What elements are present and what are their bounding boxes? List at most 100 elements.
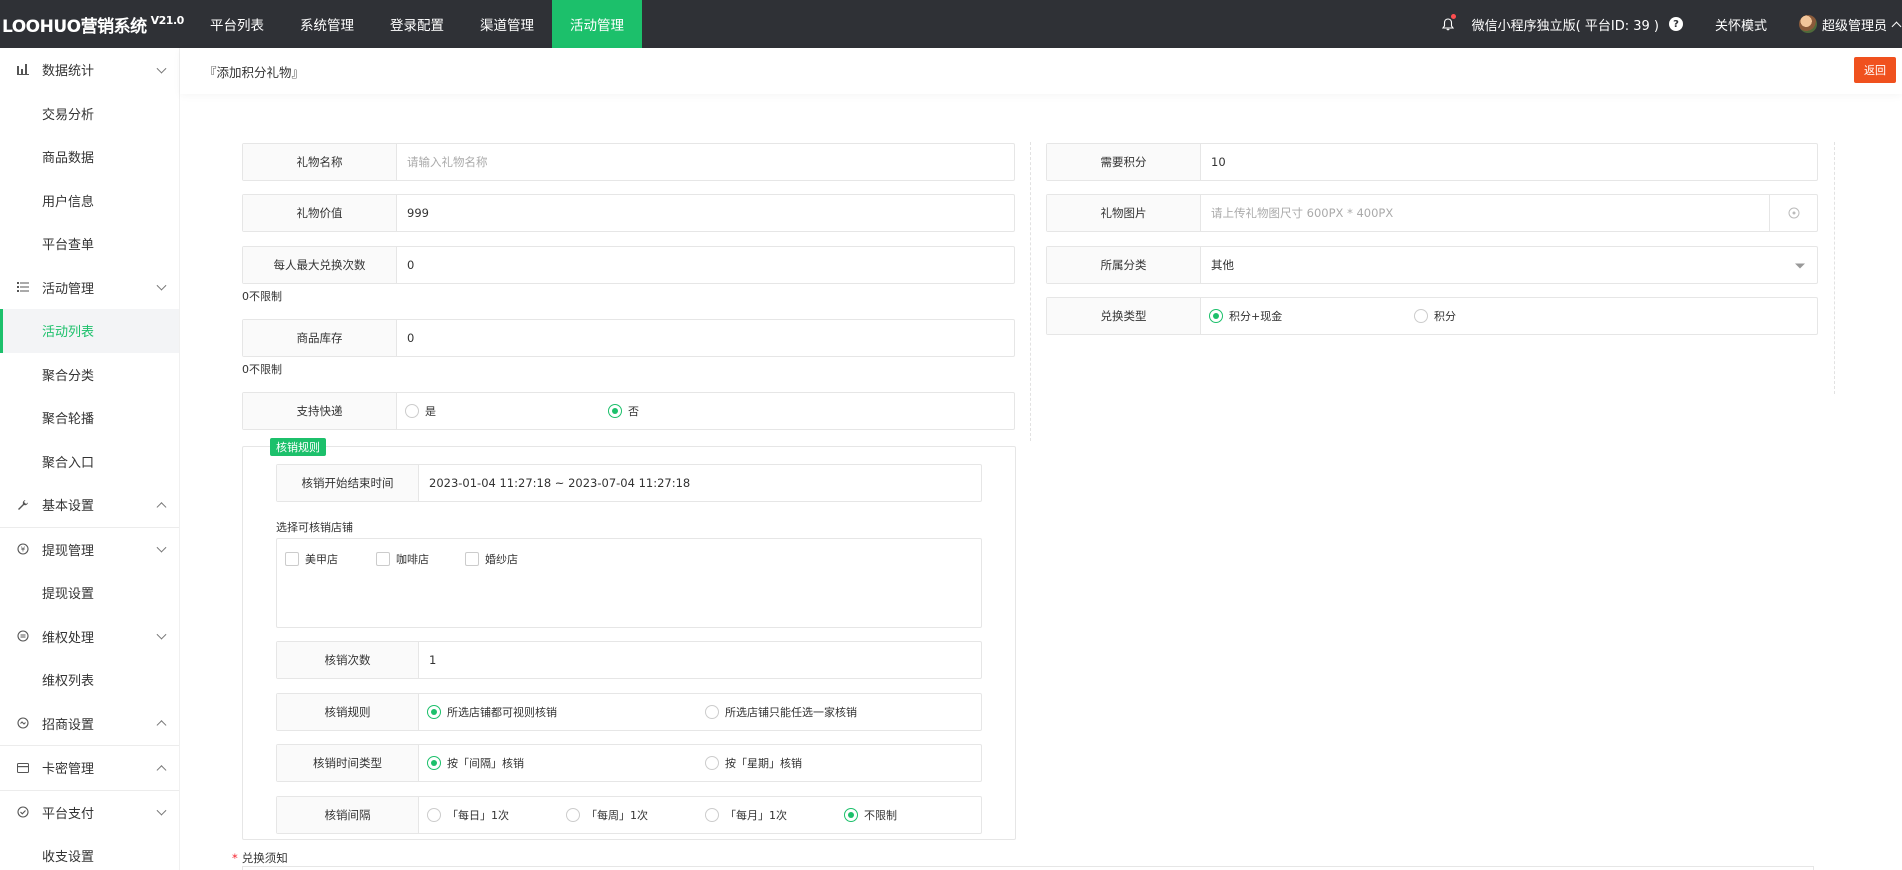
radio-circle (566, 808, 580, 822)
nav-item-login-config[interactable]: 登录配置 (372, 0, 462, 48)
radio-label: 「每周」1次 (586, 809, 648, 822)
coin-icon: ¥ (16, 542, 30, 556)
top-bar: LOOHUO营销系统 V21.0 平台列表 系统管理 登录配置 渠道管理 活动管理… (0, 0, 1902, 48)
gift-name-input[interactable]: 请输入礼物名称 (397, 144, 1014, 180)
radio-circle (705, 705, 719, 719)
upload-icon[interactable] (1769, 195, 1817, 231)
radio-label: 不限制 (864, 809, 897, 822)
max-redeem-input[interactable]: 0 (397, 247, 1014, 283)
category-row: 所属分类 其他 (1046, 246, 1818, 284)
brand-name: LOOHUO营销系统 (2, 16, 147, 37)
nav-item-system[interactable]: 系统管理 (282, 0, 372, 48)
back-button[interactable]: 返回 (1854, 57, 1896, 83)
nav-item-channel[interactable]: 渠道管理 (462, 0, 552, 48)
radio-label: 按「星期」核销 (725, 757, 802, 770)
sidebar-item-activity-list[interactable]: 活动列表 (0, 309, 179, 353)
sidebar-item-income-settings[interactable]: 收支设置 (0, 834, 179, 870)
sidebar-group-withdraw[interactable]: ¥ 提现管理 (0, 528, 179, 572)
sidebar-item-aggregate-entry[interactable]: 聚合入口 (0, 440, 179, 484)
sidebar-group-merchant[interactable]: 招商设置 (0, 702, 179, 746)
card-icon (16, 761, 30, 775)
gift-image-label: 礼物图片 (1047, 195, 1201, 231)
verify-count-input[interactable]: 1 (419, 642, 981, 678)
points-needed-row: 需要积分 10 (1046, 143, 1818, 181)
time-type-weekday-radio[interactable]: 按「星期」核销 (705, 755, 802, 771)
express-yes-radio[interactable]: 是 (405, 403, 436, 419)
verification-rules-tag: 核销规则 (270, 438, 326, 456)
sidebar-item-aggregate-carousel[interactable]: 聚合轮播 (0, 396, 179, 440)
sidebar-group-label: 提现管理 (42, 543, 95, 559)
page-title: 『添加积分礼物』 (204, 64, 305, 80)
platform-label: 微信小程序独立版( 平台ID: 39 ) (1471, 18, 1659, 34)
interval-monthly-radio[interactable]: 「每月」1次 (705, 807, 787, 823)
exchange-type-row: 兑换类型 积分+现金 积分 (1046, 297, 1818, 335)
radio-circle (405, 404, 419, 418)
sidebar-group-stats[interactable]: 数据统计 (0, 48, 179, 92)
points-needed-input[interactable]: 10 (1201, 144, 1817, 180)
radio-label: 按「间隔」核销 (447, 757, 524, 770)
radio-label: 是 (425, 405, 436, 418)
gift-value-label: 礼物价值 (243, 195, 397, 231)
sidebar-group-payment[interactable]: 平台支付 (0, 791, 179, 835)
exchange-points-cash-radio[interactable]: 积分+现金 (1209, 308, 1282, 324)
sidebar-group-activity[interactable]: 活动管理 (0, 266, 179, 310)
checkbox-box (465, 552, 479, 566)
category-select[interactable]: 其他 (1201, 247, 1817, 283)
help-icon[interactable]: ? (1668, 17, 1683, 31)
interval-options: 「每日」1次 「每周」1次 「每月」1次 不限制 (419, 797, 981, 833)
notification-dot (1450, 14, 1456, 19)
stock-hint: 0不限制 (242, 363, 282, 376)
max-redeem-label: 每人最大兑换次数 (243, 247, 397, 283)
store-checkbox-wedding[interactable]: 婚纱店 (465, 551, 518, 567)
express-options: 是 否 (397, 393, 1014, 429)
radio-circle (705, 756, 719, 770)
sidebar-item-withdraw-settings[interactable]: 提现设置 (0, 571, 179, 615)
time-type-row: 核销时间类型 按「间隔」核销 按「星期」核销 (276, 744, 982, 782)
sidebar-group-label: 卡密管理 (42, 762, 95, 778)
care-mode-button[interactable]: 关怀模式 (1699, 0, 1783, 48)
user-menu[interactable]: 超级管理员 (1783, 0, 1902, 48)
express-no-radio[interactable]: 否 (608, 403, 639, 419)
stock-input[interactable]: 0 (397, 320, 1014, 356)
notification-button[interactable] (1424, 0, 1472, 48)
breadcrumb: 『添加积分礼物』 (180, 48, 1902, 94)
brand-logo[interactable]: LOOHUO营销系统 V21.0 (0, 0, 192, 48)
interval-unlimited-radio[interactable]: 不限制 (844, 807, 897, 823)
radio-label: 所选店铺只能任选一家核销 (725, 706, 857, 719)
sidebar-group-rights[interactable]: 维权处理 (0, 615, 179, 659)
gift-value-input[interactable]: 999 (397, 195, 1014, 231)
sidebar-item-user-info[interactable]: 用户信息 (0, 179, 179, 223)
time-type-interval-radio[interactable]: 按「间隔」核销 (427, 755, 524, 771)
sidebar-group-card[interactable]: 卡密管理 (0, 746, 179, 790)
radio-circle (1209, 309, 1223, 323)
nav-item-activity[interactable]: 活动管理 (552, 0, 642, 48)
store-checkbox-nail[interactable]: 美甲店 (285, 551, 338, 567)
rule-single-store-radio[interactable]: 所选店铺只能任选一家核销 (705, 704, 857, 720)
exchange-points-radio[interactable]: 积分 (1414, 308, 1456, 324)
gift-image-input[interactable]: 请上传礼物图尺寸 600PX * 400PX (1201, 195, 1817, 231)
sidebar-item-aggregate-category[interactable]: 聚合分类 (0, 353, 179, 397)
interval-weekly-radio[interactable]: 「每周」1次 (566, 807, 648, 823)
sidebar-item-rights-list[interactable]: 维权列表 (0, 658, 179, 702)
points-needed-label: 需要积分 (1047, 144, 1201, 180)
sidebar-group-basic-settings[interactable]: 基本设置 (0, 483, 179, 527)
user-name: 超级管理员 (1821, 18, 1887, 34)
gift-value-row: 礼物价值 999 (242, 194, 1015, 232)
period-input[interactable]: 2023-01-04 11:27:18 ~ 2023-07-04 11:27:1… (419, 465, 981, 501)
notice-editor[interactable] (242, 866, 1814, 870)
sidebar-item-trade-analysis[interactable]: 交易分析 (0, 92, 179, 136)
rule-all-stores-radio[interactable]: 所选店铺都可视则核销 (427, 704, 557, 720)
sidebar-group-label: 平台支付 (42, 806, 95, 822)
radio-circle (608, 404, 622, 418)
platform-switch[interactable]: 微信小程序独立版( 平台ID: 39 ) ? (1472, 0, 1699, 48)
sidebar-item-order-query[interactable]: 平台查单 (0, 222, 179, 266)
interval-daily-radio[interactable]: 「每日」1次 (427, 807, 509, 823)
store-checkbox-coffee[interactable]: 咖啡店 (376, 551, 429, 567)
radio-circle (427, 705, 441, 719)
bar-chart-icon (16, 63, 30, 77)
max-redeem-row: 每人最大兑换次数 0 (242, 246, 1015, 284)
avatar (1798, 15, 1817, 33)
sidebar-group-label: 基本设置 (42, 499, 95, 515)
sidebar-item-product-data[interactable]: 商品数据 (0, 135, 179, 179)
nav-item-platform-list[interactable]: 平台列表 (192, 0, 282, 48)
